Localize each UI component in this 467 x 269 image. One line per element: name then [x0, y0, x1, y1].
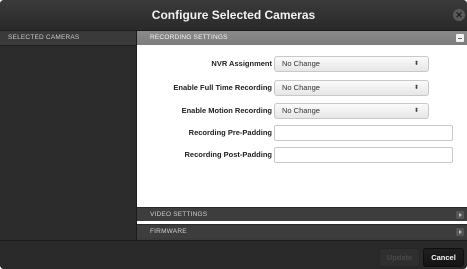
- collapse-icon[interactable]: [456, 34, 464, 42]
- cancel-button[interactable]: Cancel: [423, 248, 464, 267]
- recording-settings-label: RECORDING SETTINGS: [150, 34, 228, 41]
- post-padding-input[interactable]: [274, 147, 453, 163]
- chevron-right-icon[interactable]: [456, 211, 464, 219]
- nvr-assignment-select[interactable]: No Change ⬍: [274, 56, 429, 72]
- update-button[interactable]: Update: [379, 248, 420, 267]
- video-settings-header[interactable]: VIDEO SETTINGS: [137, 207, 467, 221]
- motion-recording-row: Enable Motion Recording No Change ⬍: [137, 103, 467, 119]
- pre-padding-label: Recording Pre-Padding: [188, 128, 272, 137]
- select-arrows-icon: ⬍: [413, 108, 419, 114]
- full-time-recording-value: No Change: [282, 83, 320, 92]
- nvr-assignment-label: NVR Assignment: [211, 59, 272, 68]
- pre-padding-row: Recording Pre-Padding: [137, 125, 467, 141]
- post-padding-row: Recording Post-Padding: [137, 147, 467, 163]
- dialog-footer: Update Cancel: [0, 240, 467, 269]
- post-padding-label: Recording Post-Padding: [184, 150, 272, 159]
- full-time-recording-label: Enable Full Time Recording: [173, 83, 272, 92]
- video-settings-label: VIDEO SETTINGS: [150, 211, 208, 218]
- settings-pane: RECORDING SETTINGS NVR Assignment No Cha…: [137, 31, 467, 240]
- chevron-right-icon[interactable]: [456, 228, 464, 236]
- dialog-titlebar: Configure Selected Cameras ✕: [0, 0, 467, 31]
- dialog-title: Configure Selected Cameras: [151, 8, 316, 22]
- recording-settings-header[interactable]: RECORDING SETTINGS: [137, 31, 467, 45]
- configure-cameras-dialog: Configure Selected Cameras ✕ SELECTED CA…: [0, 0, 467, 269]
- selected-cameras-header: SELECTED CAMERAS: [0, 31, 136, 46]
- nvr-assignment-row: NVR Assignment No Change ⬍: [137, 56, 467, 72]
- select-arrows-icon: ⬍: [413, 61, 419, 67]
- firmware-label: FIRMWARE: [150, 228, 187, 235]
- motion-recording-value: No Change: [282, 106, 320, 115]
- nvr-assignment-value: No Change: [282, 59, 320, 68]
- select-arrows-icon: ⬍: [413, 85, 419, 91]
- pre-padding-input[interactable]: [274, 125, 453, 141]
- firmware-header[interactable]: FIRMWARE: [137, 224, 467, 238]
- full-time-recording-row: Enable Full Time Recording No Change ⬍: [137, 80, 467, 96]
- full-time-recording-select[interactable]: No Change ⬍: [274, 80, 429, 96]
- motion-recording-label: Enable Motion Recording: [181, 106, 272, 115]
- close-icon[interactable]: ✕: [453, 9, 465, 21]
- selected-cameras-pane: SELECTED CAMERAS: [0, 31, 137, 240]
- motion-recording-select[interactable]: No Change ⬍: [274, 103, 429, 119]
